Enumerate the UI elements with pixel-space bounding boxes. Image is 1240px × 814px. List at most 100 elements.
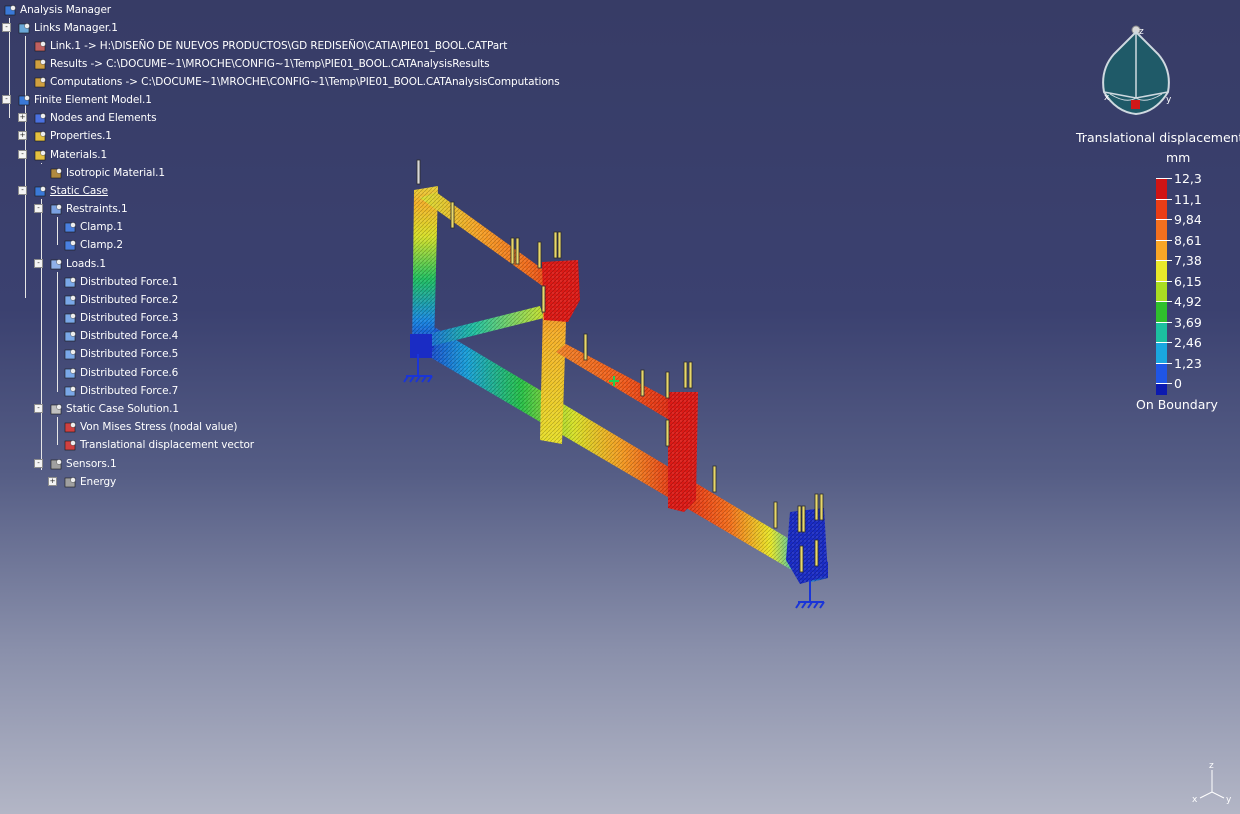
tree-node[interactable]: Distributed Force.5 [64,346,178,362]
tree-node[interactable]: Isotropic Material.1 [50,165,165,181]
tree-node[interactable]: Translational displacement vector [64,437,254,453]
legend-color-swatch [1156,280,1167,301]
tree-node-label: Static Case Solution.1 [66,403,179,415]
tree-node[interactable]: Von Mises Stress (nodal value) [64,419,238,435]
tree-node-label: Sensors.1 [66,458,117,470]
expand-toggle[interactable]: + [18,131,27,140]
tree-node-label: Distributed Force.5 [80,348,179,360]
clamp-icon [64,221,77,234]
tree-node-label: Isotropic Material.1 [66,167,165,179]
legend-value: 1,23 [1174,355,1202,371]
legend-tick [1156,321,1172,323]
collapse-toggle[interactable]: - [2,95,11,104]
tree-node[interactable]: Energy [64,474,116,490]
legend-color-swatch [1156,178,1167,199]
collapse-toggle[interactable]: - [34,404,43,413]
legend-tick [1156,239,1172,241]
tree-node[interactable]: Distributed Force.1 [64,274,178,290]
clamp-icon [64,239,77,252]
expand-toggle[interactable]: + [18,113,27,122]
tree-node-label: Finite Element Model.1 [34,94,152,106]
properties-folder-icon [34,130,47,143]
tree-node[interactable]: Finite Element Model.1 [18,92,152,108]
specification-tree: Analysis Manager - Links Manager.1 Link.1 -… [0,0,560,500]
tree-node[interactable]: Static Case Solution.1 [50,401,179,417]
tree-node-label: Link.1 -> H:\DISEÑO DE NUEVOS PRODUCTOS\… [50,40,508,52]
legend-tick [1156,178,1172,179]
collapse-toggle[interactable]: - [34,259,43,268]
von-mises-image-icon [64,421,77,434]
tree-node[interactable]: Distributed Force.4 [64,328,178,344]
tree-node[interactable]: Analysis Manager [4,2,111,18]
tree-node[interactable]: Clamp.2 [64,237,123,253]
collapse-toggle[interactable]: - [18,186,27,195]
tree-node-label: Restraints.1 [66,203,128,215]
energy-sensor-icon [64,476,77,489]
tree-node[interactable]: Distributed Force.3 [64,310,178,326]
tree-node-label: Nodes and Elements [50,112,157,124]
distributed-force-icon [64,294,77,307]
tree-node[interactable]: Materials.1 [34,147,107,163]
tree-node[interactable]: Distributed Force.6 [64,365,178,381]
results-link-icon [34,58,47,71]
tree-node-label: Distributed Force.1 [80,276,179,288]
legend-value: 12,3 [1174,171,1202,186]
tree-node-label: Loads.1 [66,258,106,270]
tree-node-label: Clamp.2 [80,239,123,251]
collapse-toggle[interactable]: - [18,150,27,159]
legend-value: 9,84 [1174,212,1202,227]
tree-node[interactable]: Link.1 -> H:\DISEÑO DE NUEVOS PRODUCTOS\… [34,38,507,54]
triad-y-label: y [1226,795,1232,805]
distributed-force-icon [64,385,77,398]
tree-node[interactable]: Nodes and Elements [34,110,157,126]
static-case-icon [34,185,47,198]
tree-node-label: Materials.1 [50,149,108,161]
links-manager-icon [18,22,31,35]
collapse-toggle[interactable]: - [2,23,11,32]
link-icon [34,40,47,53]
finite-element-model-icon [18,94,31,107]
materials-folder-icon [34,149,47,162]
tree-node-label: Static Case [50,185,108,197]
tree-node[interactable]: Static Case [34,183,108,199]
nodes-elements-icon [34,112,47,125]
tree-node[interactable]: Restraints.1 [50,201,128,217]
tree-node[interactable]: Properties.1 [34,128,112,144]
color-palette-legend[interactable]: Translational displacement v mm 12,3 11,1… [1060,128,1240,428]
tree-node[interactable]: Links Manager.1 [18,20,118,36]
legend-value: 8,61 [1174,232,1202,248]
triad-z-label: z [1209,761,1214,771]
legend-value: 11,1 [1174,191,1202,207]
legend-color-swatch [1156,219,1167,240]
3d-viewport[interactable]: Analysis Manager - Links Manager.1 Link.1 -… [0,0,1240,814]
tree-node-label: Analysis Manager [20,4,112,16]
tree-node[interactable]: Distributed Force.2 [64,292,178,308]
axis-triad: z x y [1192,761,1232,805]
compass-widget[interactable]: z x y [1096,20,1186,116]
distributed-force-icon [64,312,77,325]
legend-tick [1156,383,1172,384]
legend-tick [1156,280,1172,282]
tree-node-label: Results -> C:\DOCUME~1\MROCHE\CONFIG~1\T… [50,58,490,70]
tree-node[interactable]: Distributed Force.7 [64,383,178,399]
tree-node[interactable]: Results -> C:\DOCUME~1\MROCHE\CONFIG~1\T… [34,56,490,72]
collapse-toggle[interactable]: - [34,204,43,213]
legend-value: 6,15 [1174,273,1202,289]
compass-x-label: x [1104,93,1110,103]
legend-value: 4,92 [1174,294,1202,309]
legend-footer: On Boundary [1136,397,1218,412]
analysis-manager-icon [4,4,17,17]
compass-y-label: y [1166,95,1172,105]
collapse-toggle[interactable]: - [34,459,43,468]
tree-node-label: Distributed Force.6 [80,367,179,379]
tree-node[interactable]: Loads.1 [50,256,106,272]
tree-node[interactable]: Clamp.1 [64,219,123,235]
triad-x-label: x [1192,795,1198,805]
legend-color-swatch [1156,383,1167,395]
tree-guide-line [41,163,42,164]
tree-node[interactable]: Computations -> C:\DOCUME~1\MROCHE\CONFI… [34,74,560,90]
tree-node[interactable]: Sensors.1 [50,456,117,472]
tree-node-label: Von Mises Stress (nodal value) [80,421,238,433]
legend-title: Translational displacement v [1076,130,1240,145]
expand-toggle[interactable]: + [48,477,57,486]
